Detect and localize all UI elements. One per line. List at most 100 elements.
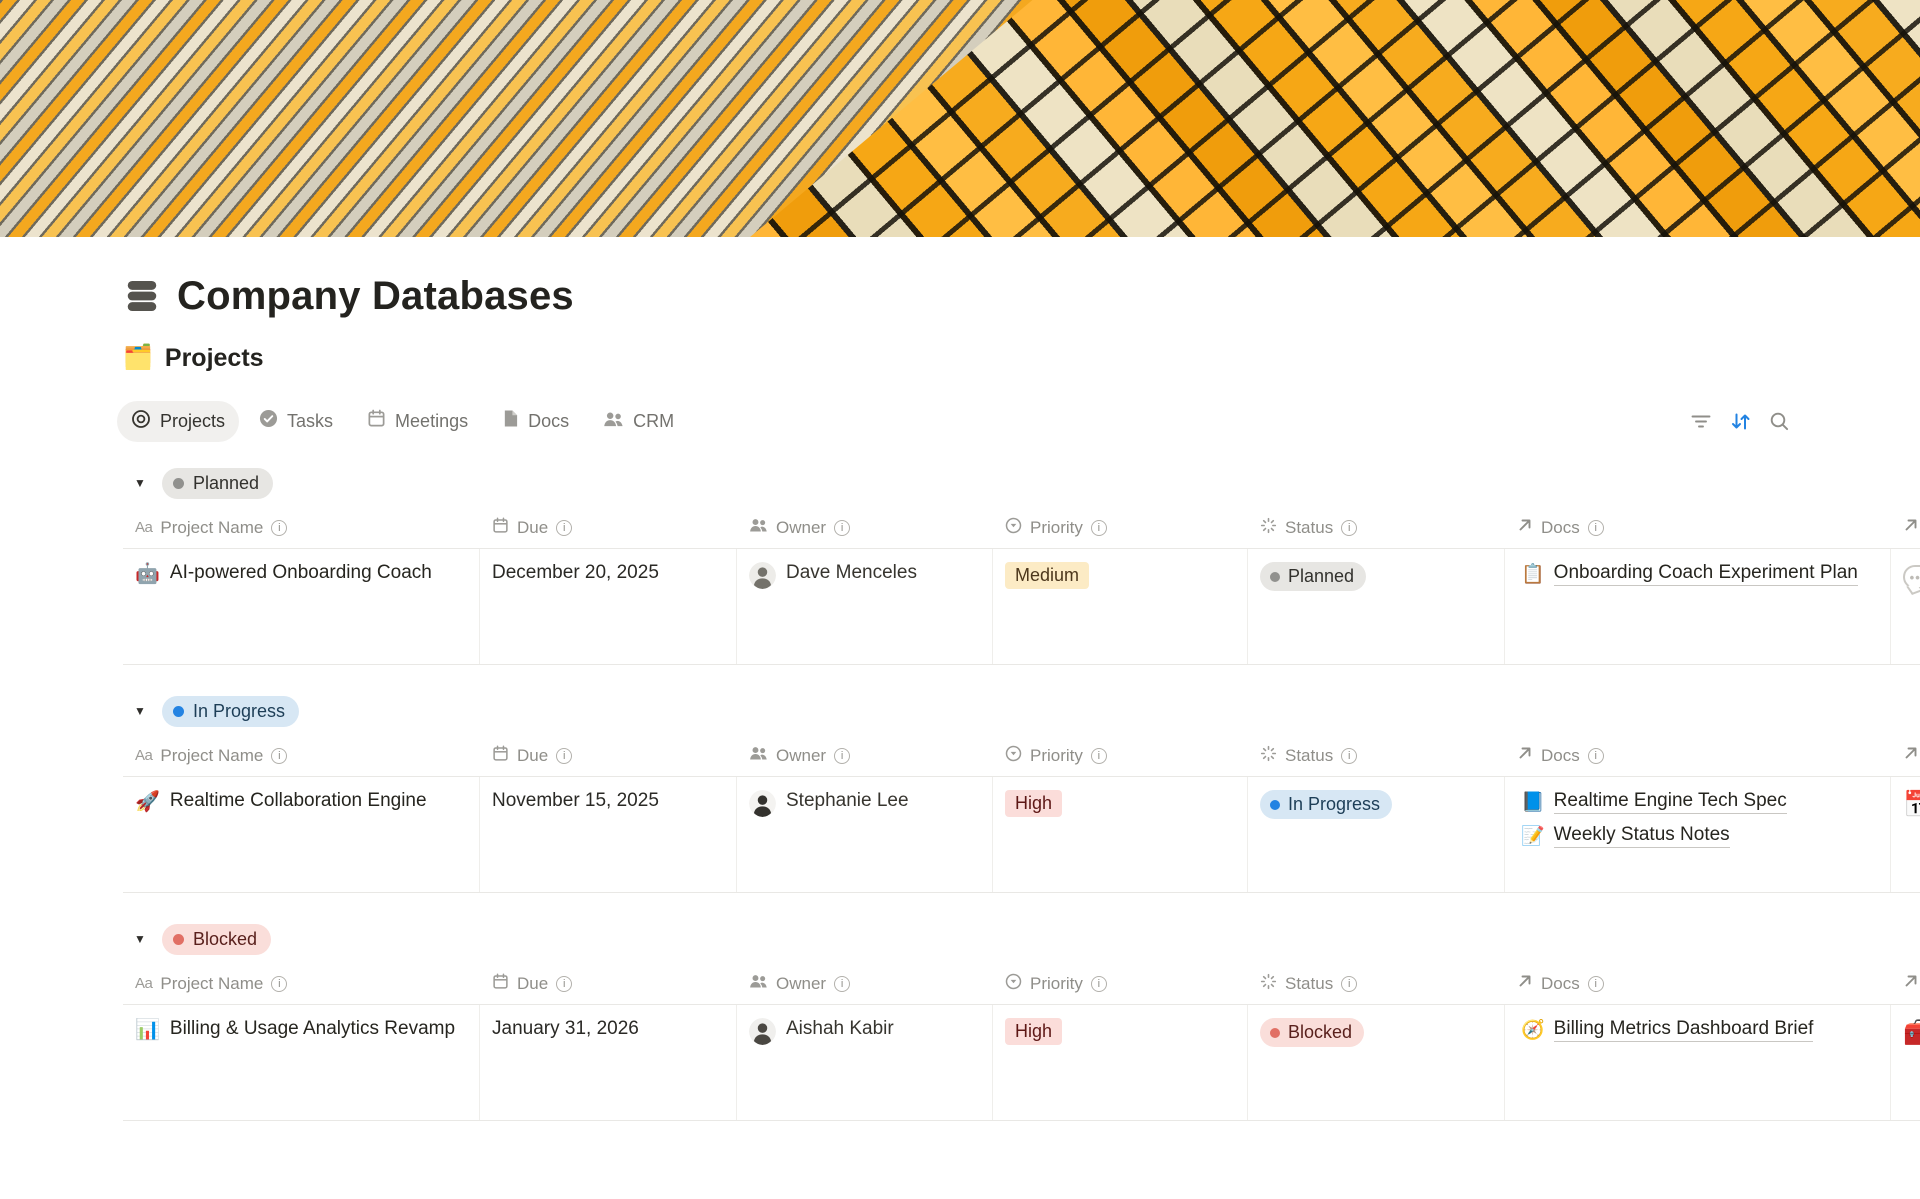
- tab-label: Meetings: [395, 411, 468, 432]
- column-header-priority[interactable]: Priority i: [993, 963, 1248, 1004]
- bar-chart-icon: 📊: [135, 1018, 160, 1042]
- info-icon[interactable]: i: [556, 748, 572, 764]
- group-pill-planned[interactable]: Planned: [162, 468, 273, 499]
- collection-title[interactable]: Projects: [165, 344, 264, 373]
- column-header-project-name[interactable]: Aa Project Name i: [123, 735, 480, 776]
- status-cell[interactable]: In Progress: [1248, 777, 1505, 892]
- sort-arrows-icon[interactable]: [1729, 411, 1752, 432]
- status-pill[interactable]: In Progress: [1260, 790, 1392, 819]
- project-name-cell[interactable]: 🤖 AI-powered Onboarding Coach: [123, 549, 480, 664]
- info-icon[interactable]: i: [556, 976, 572, 992]
- priority-cell[interactable]: High: [993, 777, 1248, 892]
- project-name-cell[interactable]: 📊 Billing & Usage Analytics Revamp: [123, 1005, 480, 1120]
- project-name: Realtime Collaboration Engine: [170, 790, 427, 812]
- group-header-blocked: ▼ Blocked: [123, 921, 1920, 957]
- doc-link[interactable]: 📋 Onboarding Coach Experiment Plan: [1521, 562, 1858, 586]
- column-header-status[interactable]: Status i: [1248, 963, 1505, 1004]
- column-header-owner[interactable]: Owner i: [737, 507, 993, 548]
- table-planned: Aa Project Name i Due i Owner i Priority: [123, 507, 1920, 665]
- collapse-triangle-icon[interactable]: ▼: [129, 476, 151, 490]
- doc-link[interactable]: 📝 Weekly Status Notes: [1521, 824, 1730, 848]
- tab-meetings[interactable]: Meetings: [353, 401, 482, 441]
- comment-bubble-icon[interactable]: •••: [1903, 565, 1920, 589]
- relation-cell[interactable]: •••: [1891, 549, 1920, 664]
- tab-label: Tasks: [287, 411, 333, 432]
- collapse-triangle-icon[interactable]: ▼: [129, 704, 151, 718]
- docs-cell[interactable]: 📘 Realtime Engine Tech Spec 📝 Weekly Sta…: [1505, 777, 1891, 892]
- tab-crm[interactable]: CRM: [589, 402, 688, 441]
- group-pill-in-progress[interactable]: In Progress: [162, 696, 299, 727]
- docs-cell[interactable]: 🧭 Billing Metrics Dashboard Brief: [1505, 1005, 1891, 1120]
- column-header-status[interactable]: Status i: [1248, 507, 1505, 548]
- column-header-due[interactable]: Due i: [480, 735, 737, 776]
- column-header-owner[interactable]: Owner i: [737, 963, 993, 1004]
- info-icon[interactable]: i: [1341, 520, 1357, 536]
- search-icon[interactable]: [1769, 411, 1790, 432]
- doc-link[interactable]: 🧭 Billing Metrics Dashboard Brief: [1521, 1018, 1813, 1042]
- info-icon[interactable]: i: [1091, 748, 1107, 764]
- priority-tag[interactable]: High: [1005, 1018, 1062, 1045]
- column-header-due[interactable]: Due i: [480, 507, 737, 548]
- arrow-up-right-icon: [1517, 973, 1533, 994]
- info-icon[interactable]: i: [271, 520, 287, 536]
- project-name-cell[interactable]: 🚀 Realtime Collaboration Engine: [123, 777, 480, 892]
- info-icon[interactable]: i: [1091, 976, 1107, 992]
- toolbox-emoji-icon: 🧰: [1903, 1017, 1920, 1047]
- column-header-docs[interactable]: Docs i: [1505, 735, 1891, 776]
- priority-cell[interactable]: High: [993, 1005, 1248, 1120]
- column-header-due[interactable]: Due i: [480, 963, 737, 1004]
- priority-cell[interactable]: Medium: [993, 549, 1248, 664]
- info-icon[interactable]: i: [1091, 520, 1107, 536]
- info-icon[interactable]: i: [271, 976, 287, 992]
- collapse-triangle-icon[interactable]: ▼: [129, 932, 151, 946]
- priority-tag[interactable]: High: [1005, 790, 1062, 817]
- column-header-docs[interactable]: Docs i: [1505, 507, 1891, 548]
- status-cell[interactable]: Planned: [1248, 549, 1505, 664]
- due-date-cell[interactable]: December 20, 2025: [480, 549, 737, 664]
- column-header-project-name[interactable]: Aa Project Name i: [123, 963, 480, 1004]
- column-header-priority[interactable]: Priority i: [993, 507, 1248, 548]
- column-header-owner[interactable]: Owner i: [737, 735, 993, 776]
- info-icon[interactable]: i: [1588, 976, 1604, 992]
- column-header-relation[interactable]: [1891, 735, 1920, 776]
- avatar: [749, 790, 776, 817]
- tab-projects[interactable]: Projects: [117, 401, 239, 442]
- tab-docs[interactable]: Docs: [488, 401, 583, 441]
- page-title[interactable]: Company Databases: [177, 274, 574, 319]
- owner-cell[interactable]: Dave Menceles: [737, 549, 993, 664]
- owner-cell[interactable]: Aishah Kabir: [737, 1005, 993, 1120]
- relation-cell[interactable]: 🧰: [1891, 1005, 1920, 1120]
- info-icon[interactable]: i: [834, 520, 850, 536]
- info-icon[interactable]: i: [1588, 748, 1604, 764]
- status-pill[interactable]: Blocked: [1260, 1018, 1364, 1047]
- info-icon[interactable]: i: [834, 748, 850, 764]
- info-icon[interactable]: i: [1341, 748, 1357, 764]
- page-content: Company Databases 🗂️ Projects Projects T…: [0, 237, 1920, 1121]
- status-pill[interactable]: Planned: [1260, 562, 1366, 591]
- owner-cell[interactable]: Stephanie Lee: [737, 777, 993, 892]
- docs-cell[interactable]: 📋 Onboarding Coach Experiment Plan: [1505, 549, 1891, 664]
- filter-icon[interactable]: [1690, 412, 1712, 430]
- due-date-cell[interactable]: January 31, 2026: [480, 1005, 737, 1120]
- column-header-relation[interactable]: [1891, 963, 1920, 1004]
- info-icon[interactable]: i: [1588, 520, 1604, 536]
- info-icon[interactable]: i: [1341, 976, 1357, 992]
- tab-tasks[interactable]: Tasks: [245, 401, 347, 441]
- info-icon[interactable]: i: [834, 976, 850, 992]
- column-header-status[interactable]: Status i: [1248, 735, 1505, 776]
- tab-label: CRM: [633, 411, 674, 432]
- due-date-cell[interactable]: November 15, 2025: [480, 777, 737, 892]
- column-header-relation[interactable]: [1891, 507, 1920, 548]
- info-icon[interactable]: i: [556, 520, 572, 536]
- tab-label: Docs: [528, 411, 569, 432]
- group-pill-blocked[interactable]: Blocked: [162, 924, 271, 955]
- relation-cell[interactable]: 📅: [1891, 777, 1920, 892]
- column-header-project-name[interactable]: Aa Project Name i: [123, 507, 480, 548]
- column-header-docs[interactable]: Docs i: [1505, 963, 1891, 1004]
- group-header-planned: ▼ Planned: [123, 465, 1920, 501]
- info-icon[interactable]: i: [271, 748, 287, 764]
- priority-tag[interactable]: Medium: [1005, 562, 1089, 589]
- column-header-priority[interactable]: Priority i: [993, 735, 1248, 776]
- doc-link[interactable]: 📘 Realtime Engine Tech Spec: [1521, 790, 1787, 814]
- status-cell[interactable]: Blocked: [1248, 1005, 1505, 1120]
